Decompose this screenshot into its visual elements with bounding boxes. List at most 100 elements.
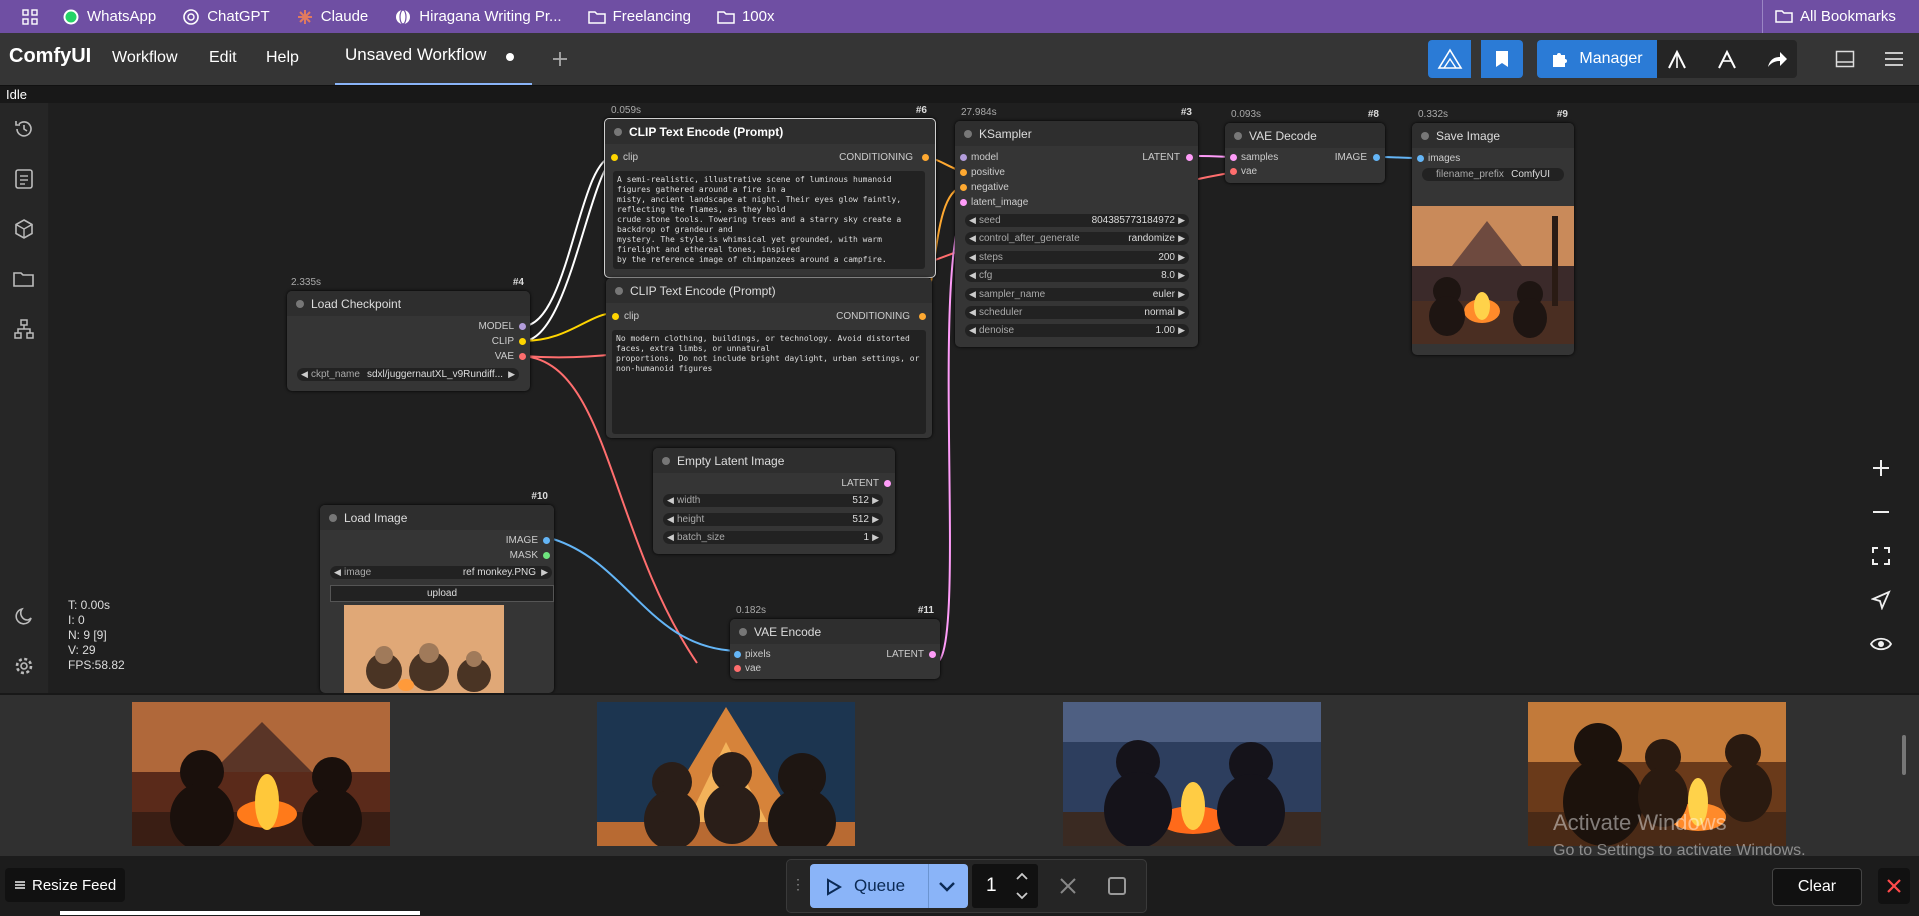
- result-thumbnail[interactable]: [597, 702, 855, 846]
- gallery-scrollbar[interactable]: [1902, 735, 1906, 775]
- input-pin-vae[interactable]: [734, 665, 741, 672]
- bookmark-chatgpt[interactable]: ChatGPT: [182, 8, 270, 26]
- result-thumbnail[interactable]: [132, 702, 390, 846]
- output-pin-image[interactable]: [543, 537, 550, 544]
- prompt-textarea[interactable]: No modern clothing, buildings, or techno…: [612, 330, 926, 434]
- node-load-checkpoint[interactable]: 2.335s #4 Load Checkpoint MODEL CLIP VAE…: [287, 277, 530, 391]
- batch-count-stepper[interactable]: 1: [972, 864, 1038, 908]
- queue-button[interactable]: Queue: [810, 864, 968, 908]
- close-feed-button[interactable]: [1878, 868, 1910, 904]
- node-title-bar[interactable]: Save Image: [1412, 123, 1574, 148]
- node-title-bar[interactable]: Empty Latent Image: [653, 448, 895, 473]
- increment-icon[interactable]: [1016, 872, 1028, 880]
- bookmark-claude[interactable]: Claude: [296, 8, 368, 26]
- widget-control-after-generate[interactable]: ◀ control_after_generate randomize ▶: [965, 232, 1189, 245]
- decrement-icon[interactable]: [1016, 892, 1028, 900]
- node-vae-decode[interactable]: 0.093s #8 VAE Decode samples vae IMAGE: [1225, 109, 1385, 183]
- collapse-dot[interactable]: [739, 628, 747, 636]
- output-pin-mask[interactable]: [543, 552, 550, 559]
- prompt-textarea[interactable]: A semi-realistic, illustrative scene of …: [613, 171, 925, 269]
- zoom-out-icon[interactable]: [1868, 499, 1894, 525]
- output-pin-latent[interactable]: [929, 651, 936, 658]
- widget-scheduler[interactable]: ◀ scheduler normal ▶: [965, 306, 1189, 319]
- collapse-dot[interactable]: [615, 287, 623, 295]
- widget-denoise[interactable]: ◀ denoise 1.00 ▶: [965, 324, 1189, 337]
- widget-ckpt-name[interactable]: ◀ ckpt_name sdxl/juggernautXL_v9Rundiff...…: [297, 368, 519, 381]
- widget-image[interactable]: ◀ image ref monkey.PNG ▶: [330, 566, 552, 579]
- output-pin-latent[interactable]: [1186, 154, 1193, 161]
- input-pin-positive[interactable]: [960, 169, 967, 176]
- stop-icon[interactable]: [1107, 876, 1127, 896]
- tab-unsaved-workflow[interactable]: Unsaved Workflow: [335, 33, 532, 85]
- output-pin-vae[interactable]: [519, 353, 526, 360]
- cancel-icon[interactable]: [1059, 877, 1077, 895]
- node-title-bar[interactable]: CLIP Text Encode (Prompt): [605, 119, 935, 144]
- node-title-bar[interactable]: VAE Decode: [1225, 123, 1385, 148]
- node-title-bar[interactable]: VAE Encode: [730, 619, 940, 644]
- templates-icon[interactable]: [12, 317, 36, 341]
- input-pin-negative[interactable]: [960, 184, 967, 191]
- node-ksampler[interactable]: 27.984s #3 KSampler model positive negat…: [955, 107, 1198, 347]
- bookmark-all[interactable]: All Bookmarks: [1775, 7, 1896, 25]
- graph-canvas[interactable]: 0.059s #6 CLIP Text Encode (Prompt) clip…: [49, 103, 1919, 693]
- toggle-panel-button[interactable]: [1830, 40, 1860, 78]
- menu-help[interactable]: Help: [266, 49, 299, 67]
- collapse-dot[interactable]: [329, 514, 337, 522]
- node-title-bar[interactable]: Load Image: [320, 505, 554, 530]
- zoom-in-icon[interactable]: [1868, 455, 1894, 481]
- chevron-down-icon[interactable]: [938, 881, 956, 893]
- widget-steps[interactable]: ◀ steps 200 ▶: [965, 251, 1189, 264]
- widget-filename-prefix[interactable]: filename_prefix ComfyUI: [1422, 168, 1564, 181]
- bookmark-freelancing[interactable]: Freelancing: [587, 8, 691, 26]
- batch-count-value[interactable]: 1: [986, 875, 997, 897]
- fit-view-icon[interactable]: [1868, 543, 1894, 569]
- toggle-links-eye-icon[interactable]: [1868, 631, 1894, 657]
- workflows-folder-icon[interactable]: [12, 267, 36, 291]
- menu-workflow[interactable]: Workflow: [112, 49, 178, 67]
- menu-edit[interactable]: Edit: [209, 49, 237, 67]
- node-load-image[interactable]: #10 Load Image IMAGE MASK ◀ image ref monk…: [320, 491, 554, 693]
- node-title-bar[interactable]: KSampler: [955, 121, 1198, 146]
- bookmark-button[interactable]: [1481, 40, 1523, 78]
- output-pin-conditioning[interactable]: [922, 154, 929, 161]
- input-pin-model[interactable]: [960, 154, 967, 161]
- node-library-icon[interactable]: [12, 167, 36, 191]
- collapse-dot[interactable]: [296, 300, 304, 308]
- queue-history-icon[interactable]: [12, 117, 36, 141]
- output-pin-model[interactable]: [519, 323, 526, 330]
- node-clip-text-encode-positive[interactable]: 0.059s #6 CLIP Text Encode (Prompt) clip…: [604, 105, 936, 278]
- new-tab-button[interactable]: [545, 40, 575, 78]
- bookmark-whatsapp[interactable]: WhatsApp: [62, 8, 156, 26]
- result-thumbnail[interactable]: [1063, 702, 1321, 846]
- widget-seed[interactable]: ◀ seed 804385773184972 ▶: [965, 214, 1189, 227]
- drag-handle-icon[interactable]: ⋮: [791, 876, 805, 893]
- widget-width[interactable]: ◀ width 512 ▶: [663, 494, 883, 507]
- upload-button[interactable]: upload: [330, 585, 554, 602]
- collapse-dot[interactable]: [1421, 132, 1429, 140]
- output-pin-image[interactable]: [1373, 154, 1380, 161]
- input-pin-clip[interactable]: [611, 154, 618, 161]
- input-pin-samples[interactable]: [1230, 154, 1237, 161]
- hamburger-menu-button[interactable]: [1879, 40, 1909, 78]
- widget-batch-size[interactable]: ◀ batch_size 1 ▶: [663, 531, 883, 544]
- collapse-dot[interactable]: [1234, 132, 1242, 140]
- node-empty-latent-image[interactable]: Empty Latent Image LATENT ◀ width 512 ▶ ◀ he…: [653, 448, 895, 554]
- widget-height[interactable]: ◀ height 512 ▶: [663, 513, 883, 526]
- comfy-registry-button[interactable]: [1428, 40, 1471, 78]
- bookmark-100x[interactable]: 100x: [717, 8, 774, 26]
- node-vae-encode[interactable]: 0.182s #11 VAE Encode pixels vae LATENT: [730, 605, 940, 679]
- share-icon[interactable]: [1766, 49, 1788, 69]
- node-clip-text-encode-negative[interactable]: CLIP Text Encode (Prompt) clip CONDITION…: [606, 278, 932, 438]
- input-pin-pixels[interactable]: [734, 651, 741, 658]
- input-pin-latent-image[interactable]: [960, 199, 967, 206]
- collapse-dot[interactable]: [964, 130, 972, 138]
- output-pin-conditioning[interactable]: [919, 313, 926, 320]
- node-title-bar[interactable]: CLIP Text Encode (Prompt): [606, 278, 932, 303]
- collapse-dot[interactable]: [614, 128, 622, 136]
- widget-cfg[interactable]: ◀ cfg 8.0 ▶: [965, 269, 1189, 282]
- settings-gear-icon[interactable]: [12, 654, 36, 678]
- clear-button[interactable]: Clear: [1772, 868, 1862, 906]
- output-pin-clip[interactable]: [519, 338, 526, 345]
- model-library-icon[interactable]: [12, 217, 36, 241]
- input-pin-vae[interactable]: [1230, 168, 1237, 175]
